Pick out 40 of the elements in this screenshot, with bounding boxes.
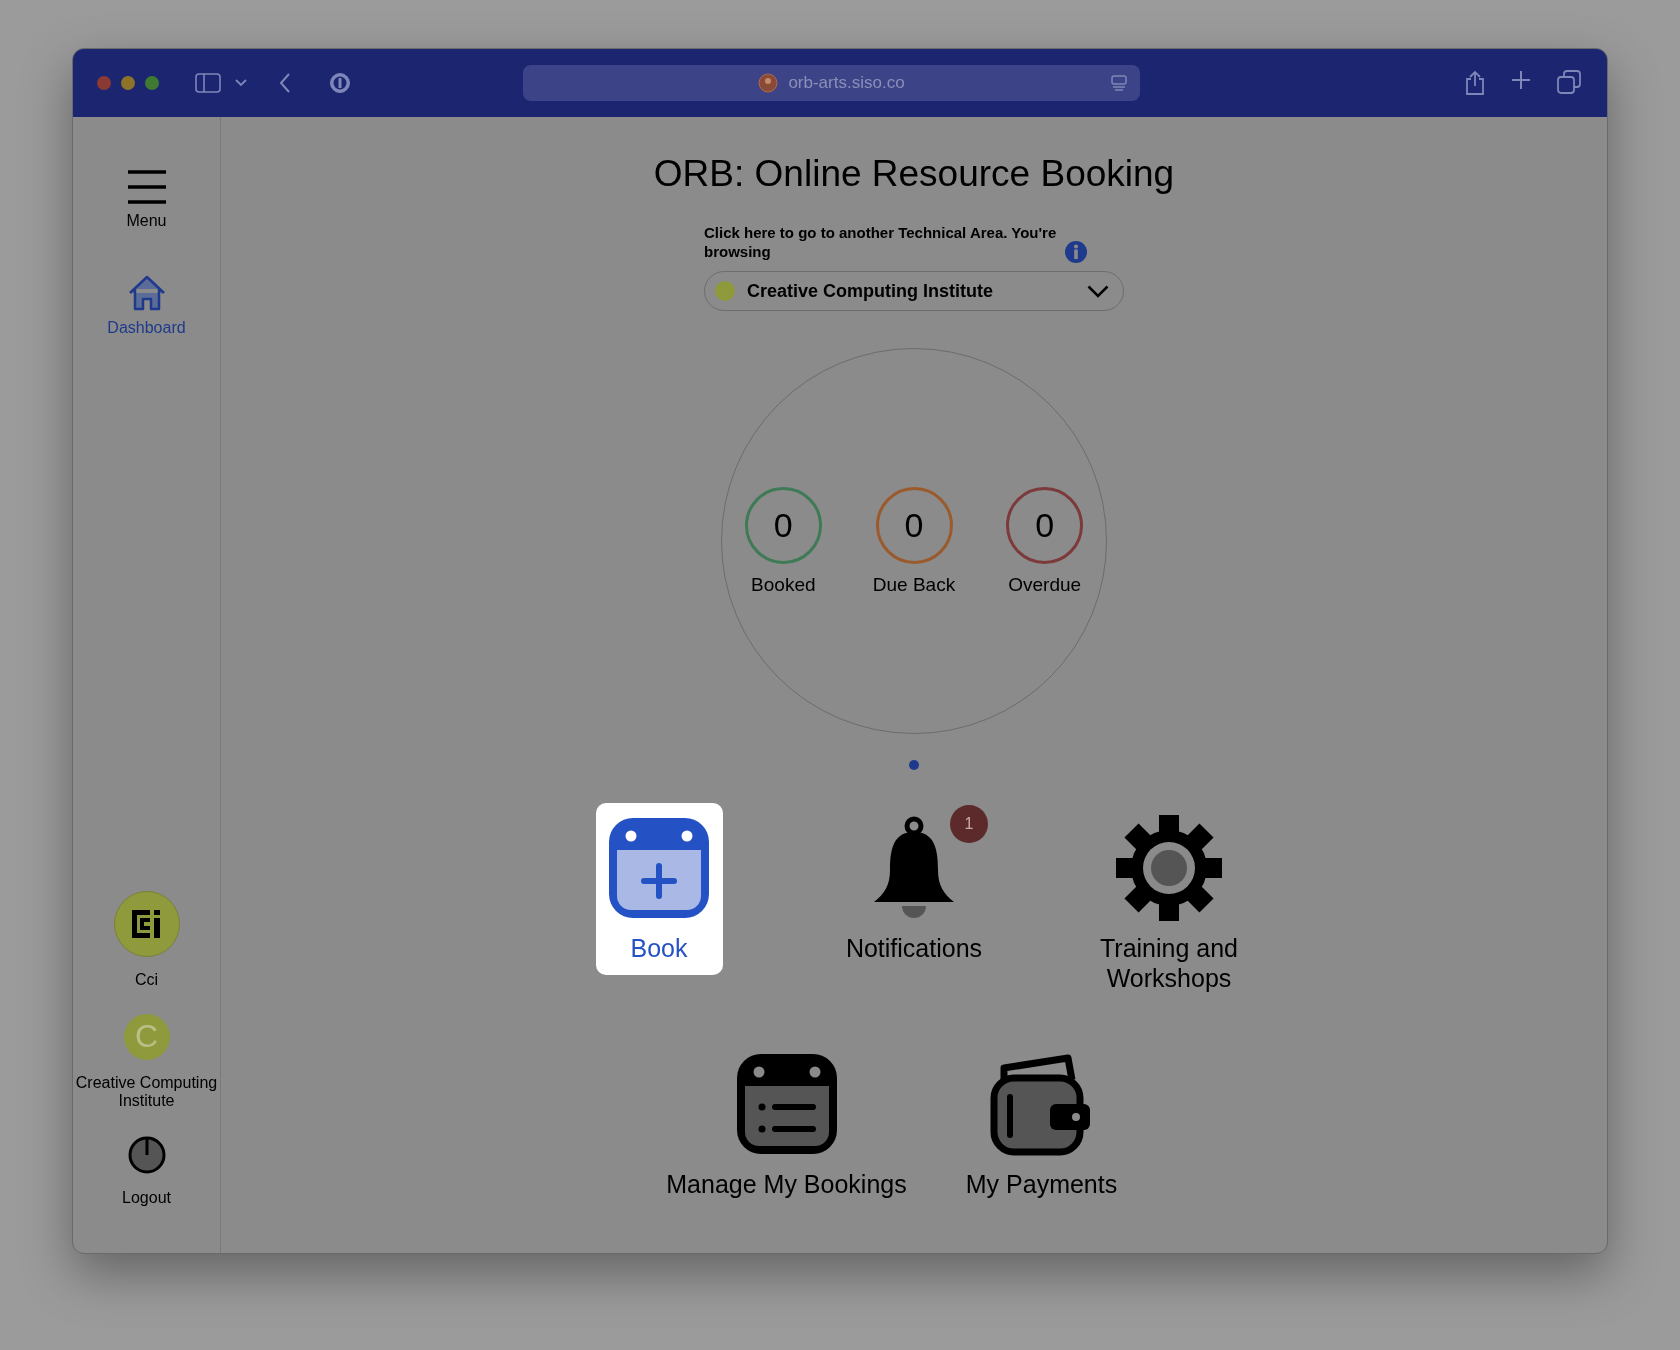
reader-icon [1110, 74, 1128, 92]
back-icon[interactable] [279, 73, 291, 93]
tile-button[interactable]: My Payments [965, 1039, 1118, 1211]
sidebar-label: Logout [121, 1188, 172, 1207]
sidebar-label: Cci [133, 971, 160, 990]
menu-icon [127, 170, 166, 204]
chevron-down-icon [1087, 284, 1109, 298]
stat-label: Due Back [872, 573, 956, 596]
stat-label: Overdue [1008, 573, 1082, 596]
power-icon [126, 1134, 167, 1175]
tile-button[interactable]: Training and Workshops [1043, 803, 1295, 1005]
share-icon[interactable] [1465, 70, 1485, 96]
logout-button[interactable] [126, 1134, 167, 1175]
bell-icon [872, 816, 956, 920]
page-title: ORB: Online Resource Booking [653, 153, 1175, 195]
area-prompt: Click here to go to another Technical Area. You're browsing [704, 223, 1058, 261]
tile-button[interactable]: Manage My Bookings [666, 1039, 907, 1211]
logo-icon [131, 910, 162, 939]
pager-dot[interactable] [909, 760, 919, 770]
stat-count: 0 [744, 486, 822, 564]
site-icon [758, 73, 779, 93]
chevron-down-icon[interactable] [235, 79, 247, 87]
tile-button[interactable]: Book [595, 803, 723, 975]
sidebar-toggle-icon[interactable] [195, 73, 221, 93]
stat-label: Booked [751, 573, 816, 596]
info-icon[interactable] [1065, 241, 1087, 263]
url-text: orb-arts.siso.co [788, 73, 905, 93]
zoom-button[interactable] [145, 76, 159, 90]
tabs-overview-icon[interactable] [1557, 70, 1581, 96]
sidebar-label: Creative Computing Institute [74, 1073, 219, 1111]
password-manager-icon[interactable] [329, 72, 351, 94]
home-icon [127, 275, 166, 311]
notification-badge: 1 [950, 805, 988, 843]
minimize-button[interactable] [121, 76, 135, 90]
menu-button[interactable]: Menu [126, 170, 167, 230]
calendar-list-icon [734, 1052, 839, 1156]
stat-count: 0 [1006, 486, 1084, 564]
stat-count: 0 [875, 486, 953, 564]
gear-icon [1116, 815, 1222, 921]
calendar-add-icon [607, 816, 711, 920]
